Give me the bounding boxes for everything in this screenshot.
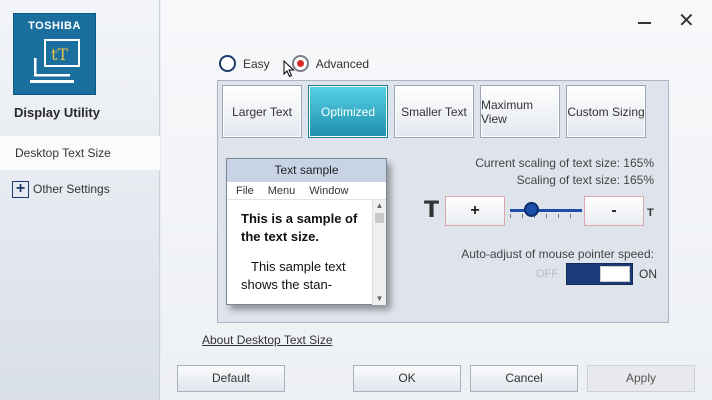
- about-desktop-text-size-link[interactable]: About Desktop Text Size: [202, 333, 333, 347]
- mouse-speed-toggle-row: OFF ON: [536, 263, 657, 285]
- radio-easy[interactable]: [219, 55, 236, 72]
- display-utility-icon: tT: [30, 39, 80, 83]
- current-scaling-label: Current scaling of text size:: [475, 156, 620, 170]
- text-sample-window: Text sample File Menu Window This is a s…: [226, 158, 387, 305]
- scaling-row: Scaling of text size: 165%: [475, 172, 654, 189]
- scaling-info: Current scaling of text size: 165% Scali…: [475, 155, 654, 189]
- sidebar-item-label: Other Settings: [33, 182, 110, 196]
- settings-panel: Larger Text Optimized Smaller Text Maxim…: [217, 80, 669, 323]
- decrease-button[interactable]: -: [584, 196, 644, 226]
- sample-menu-window: Window: [309, 185, 349, 197]
- radio-advanced-label: Advanced: [315, 56, 370, 71]
- app-logo: TOSHIBA tT: [13, 13, 96, 95]
- close-icon[interactable]: ✕: [678, 8, 695, 33]
- mouse-cursor-icon: [283, 60, 295, 78]
- preset-optimized[interactable]: Optimized: [308, 85, 388, 138]
- sidebar-item-other-settings[interactable]: + Other Settings: [0, 172, 160, 206]
- preset-maximum-view[interactable]: Maximum View: [480, 85, 560, 138]
- ok-button[interactable]: OK: [353, 365, 461, 392]
- sample-menu-file: File: [236, 185, 254, 197]
- sample-body-text: This sample text shows the stan-: [241, 259, 346, 292]
- slider-track[interactable]: [510, 209, 582, 212]
- toggle-on-label: ON: [639, 267, 657, 281]
- sidebar: TOSHIBA tT Display Utility Desktop Text …: [0, 0, 160, 400]
- sample-menu-menu: Menu: [267, 185, 296, 197]
- scroll-down-icon[interactable]: ▼: [373, 293, 386, 305]
- brand-name: TOSHIBA: [28, 20, 81, 32]
- increase-button[interactable]: +: [445, 196, 505, 226]
- slider-ticks: [510, 214, 582, 218]
- large-text-icon: T: [424, 198, 440, 223]
- scaling-label: Scaling of text size:: [516, 173, 620, 187]
- sample-bold-text: This is a sample of the text size.: [241, 211, 358, 244]
- text-size-slider: T + - T: [424, 196, 664, 226]
- sidebar-item-desktop-text-size[interactable]: Desktop Text Size: [0, 136, 160, 170]
- preset-custom-sizing[interactable]: Custom Sizing: [566, 85, 646, 138]
- toggle-knob: [600, 266, 630, 282]
- text-sample-menu: File Menu Window: [227, 182, 386, 200]
- scroll-thumb[interactable]: [375, 213, 384, 223]
- mouse-speed-label: Auto-adjust of mouse pointer speed:: [461, 247, 654, 261]
- text-sample-title: Text sample: [227, 159, 386, 182]
- expand-plus-icon: +: [12, 180, 29, 198]
- sample-scrollbar[interactable]: ▲ ▼: [372, 200, 386, 305]
- radio-easy-label: Easy: [243, 56, 270, 71]
- slider-thumb[interactable]: [524, 202, 540, 217]
- app-title: Display Utility: [14, 105, 100, 120]
- mode-selector: Easy Advanced: [219, 55, 391, 72]
- text-sample-body: This is a sample of the text size. This …: [227, 200, 373, 305]
- preset-larger-text[interactable]: Larger Text: [222, 85, 302, 138]
- mouse-speed-toggle[interactable]: [566, 263, 633, 285]
- cancel-button[interactable]: Cancel: [470, 365, 578, 392]
- current-scaling-value: 165%: [623, 156, 654, 170]
- preset-buttons: Larger Text Optimized Smaller Text Maxim…: [222, 85, 646, 138]
- toggle-off-label: OFF: [536, 268, 558, 280]
- apply-button[interactable]: Apply: [587, 365, 695, 392]
- small-text-icon: T: [647, 207, 654, 219]
- scaling-value: 165%: [623, 173, 654, 187]
- default-button[interactable]: Default: [177, 365, 285, 392]
- scroll-up-icon[interactable]: ▲: [373, 200, 386, 212]
- current-scaling-row: Current scaling of text size: 165%: [475, 155, 654, 172]
- preset-smaller-text[interactable]: Smaller Text: [394, 85, 474, 138]
- main-content: ✕ Easy Advanced Larger Text Optimized Sm…: [161, 0, 712, 400]
- svg-text:tT: tT: [51, 45, 68, 64]
- sidebar-item-label: Desktop Text Size: [15, 146, 111, 160]
